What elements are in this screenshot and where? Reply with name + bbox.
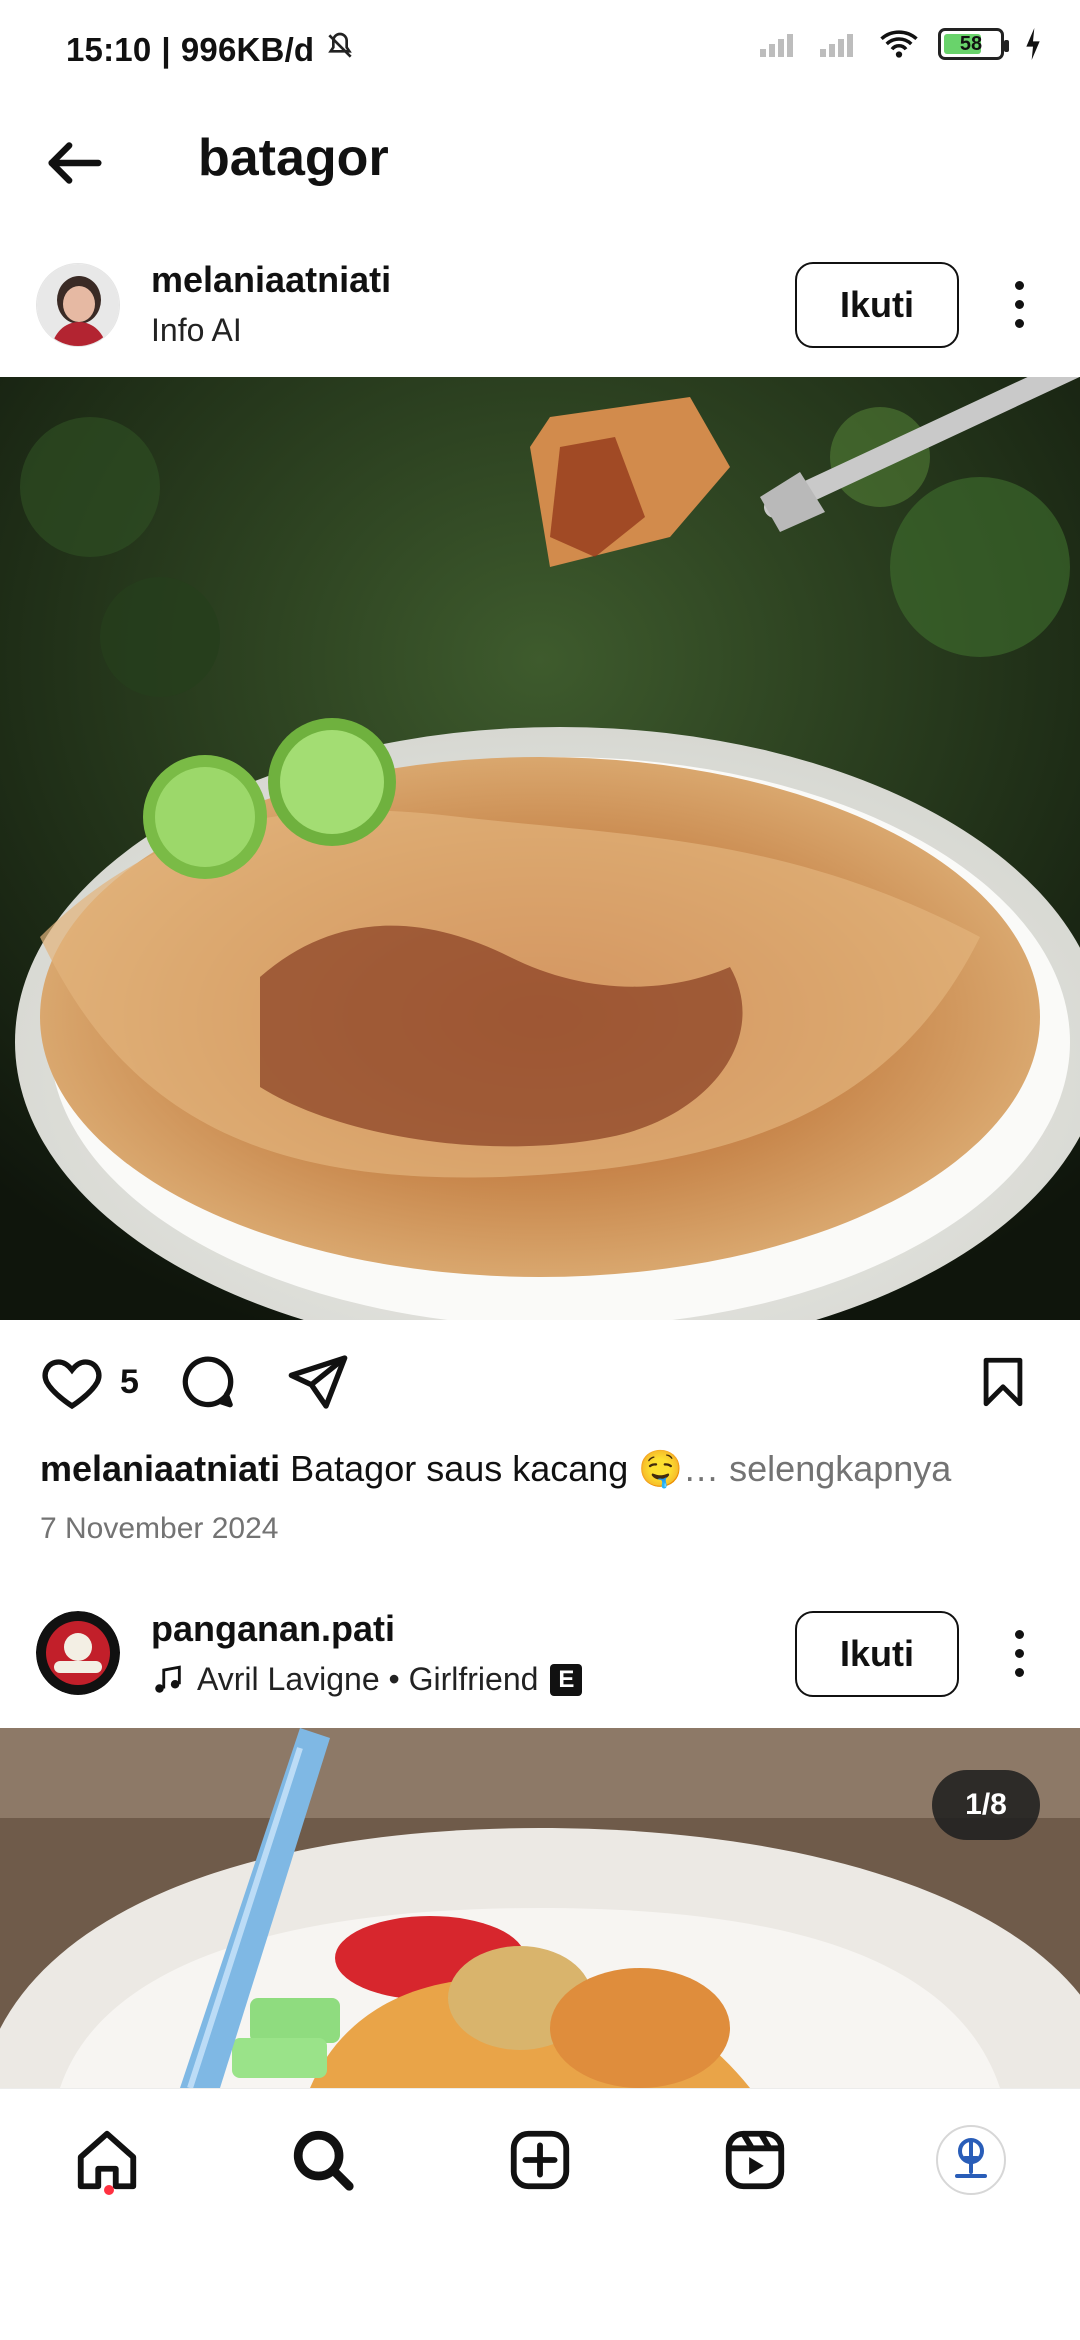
post-username[interactable]: panganan.pati (151, 1608, 395, 1650)
avatar-image (37, 264, 119, 346)
signal-icon (820, 34, 853, 57)
battery-icon: 58 (938, 28, 1009, 60)
more-options-button[interactable] (1000, 1613, 1038, 1693)
reels-icon (725, 2130, 785, 2190)
avatar-logo (36, 1611, 120, 1695)
more-options-button[interactable] (1000, 264, 1038, 344)
mute-icon (324, 30, 356, 70)
caption-more-link[interactable]: … selengkapnya (683, 1448, 951, 1489)
more-icon (1014, 280, 1024, 328)
post-username[interactable]: melaniaatniati (151, 259, 391, 301)
back-arrow-icon (48, 142, 102, 184)
music-track: Avril Lavigne • Girlfriend (197, 1661, 539, 1697)
music-info[interactable]: Avril Lavigne • Girlfriend E (151, 1661, 583, 1698)
caption-username[interactable]: melaniaatniati (40, 1448, 280, 1489)
charging-icon (1026, 28, 1040, 60)
caption-text: Batagor saus kacang 🤤 (290, 1448, 684, 1489)
comment-button[interactable] (176, 1350, 240, 1414)
page-title: batagor (198, 129, 389, 187)
status-left: 15:10 | 996KB/d (66, 30, 356, 70)
share-button[interactable] (286, 1350, 350, 1414)
post-image[interactable] (0, 1728, 1080, 2088)
status-bar: 15:10 | 996KB/d 58 (0, 0, 1080, 100)
save-button[interactable] (974, 1350, 1032, 1414)
post-date: 7 November 2024 (40, 1512, 279, 1545)
batagor-photo (0, 377, 1080, 1320)
profile-avatar (936, 2125, 1006, 2195)
comment-icon (182, 1356, 234, 1408)
post-subtitle[interactable]: Info AI (151, 312, 242, 349)
ai-info-label: Info AI (151, 312, 242, 348)
status-time: 15:10 (66, 31, 152, 68)
status-separator: | (161, 31, 171, 68)
heart-icon (42, 1359, 102, 1410)
nav-reels[interactable] (710, 2115, 800, 2205)
home-notification-dot (104, 2185, 114, 2195)
status-speed: 996KB/d (180, 31, 315, 68)
wifi-icon (880, 30, 918, 58)
post-header: melaniaatniati Info AI Ikuti (0, 257, 1080, 377)
search-results-header: batagor (0, 100, 1080, 220)
plus-square-icon (510, 2130, 570, 2190)
nav-search[interactable] (278, 2115, 368, 2205)
search-icon (293, 2130, 354, 2191)
carousel-counter: 1/8 (932, 1770, 1040, 1840)
post-caption[interactable]: melaniaatniati Batagor saus kacang 🤤… se… (40, 1445, 1050, 1493)
battery-level: 58 (959, 32, 983, 55)
follow-button[interactable]: Ikuti (795, 1611, 959, 1697)
nav-profile[interactable] (926, 2115, 1016, 2205)
nav-create[interactable] (495, 2115, 585, 2205)
like-count[interactable]: 5 (120, 1363, 139, 1402)
soup-photo (0, 1728, 1080, 2088)
music-note-icon (155, 1665, 181, 1693)
follow-button[interactable]: Ikuti (795, 262, 959, 348)
like-button[interactable]: 5 (40, 1350, 139, 1414)
avatar[interactable] (36, 263, 120, 347)
back-button[interactable] (40, 128, 110, 198)
post-header: panganan.pati Avril Lavigne • Girlfriend… (0, 1605, 1080, 1725)
post-image[interactable] (0, 377, 1080, 1320)
bottom-navigation (0, 2088, 1080, 2258)
post-actions: 5 (0, 1320, 1080, 1450)
more-icon (1014, 1629, 1024, 1677)
signal-icon (760, 34, 793, 57)
send-icon (288, 1355, 348, 1409)
bookmark-icon (983, 1357, 1023, 1407)
avatar[interactable] (36, 1611, 120, 1695)
status-right: 58 (758, 28, 1044, 60)
explicit-badge: E (550, 1663, 583, 1696)
